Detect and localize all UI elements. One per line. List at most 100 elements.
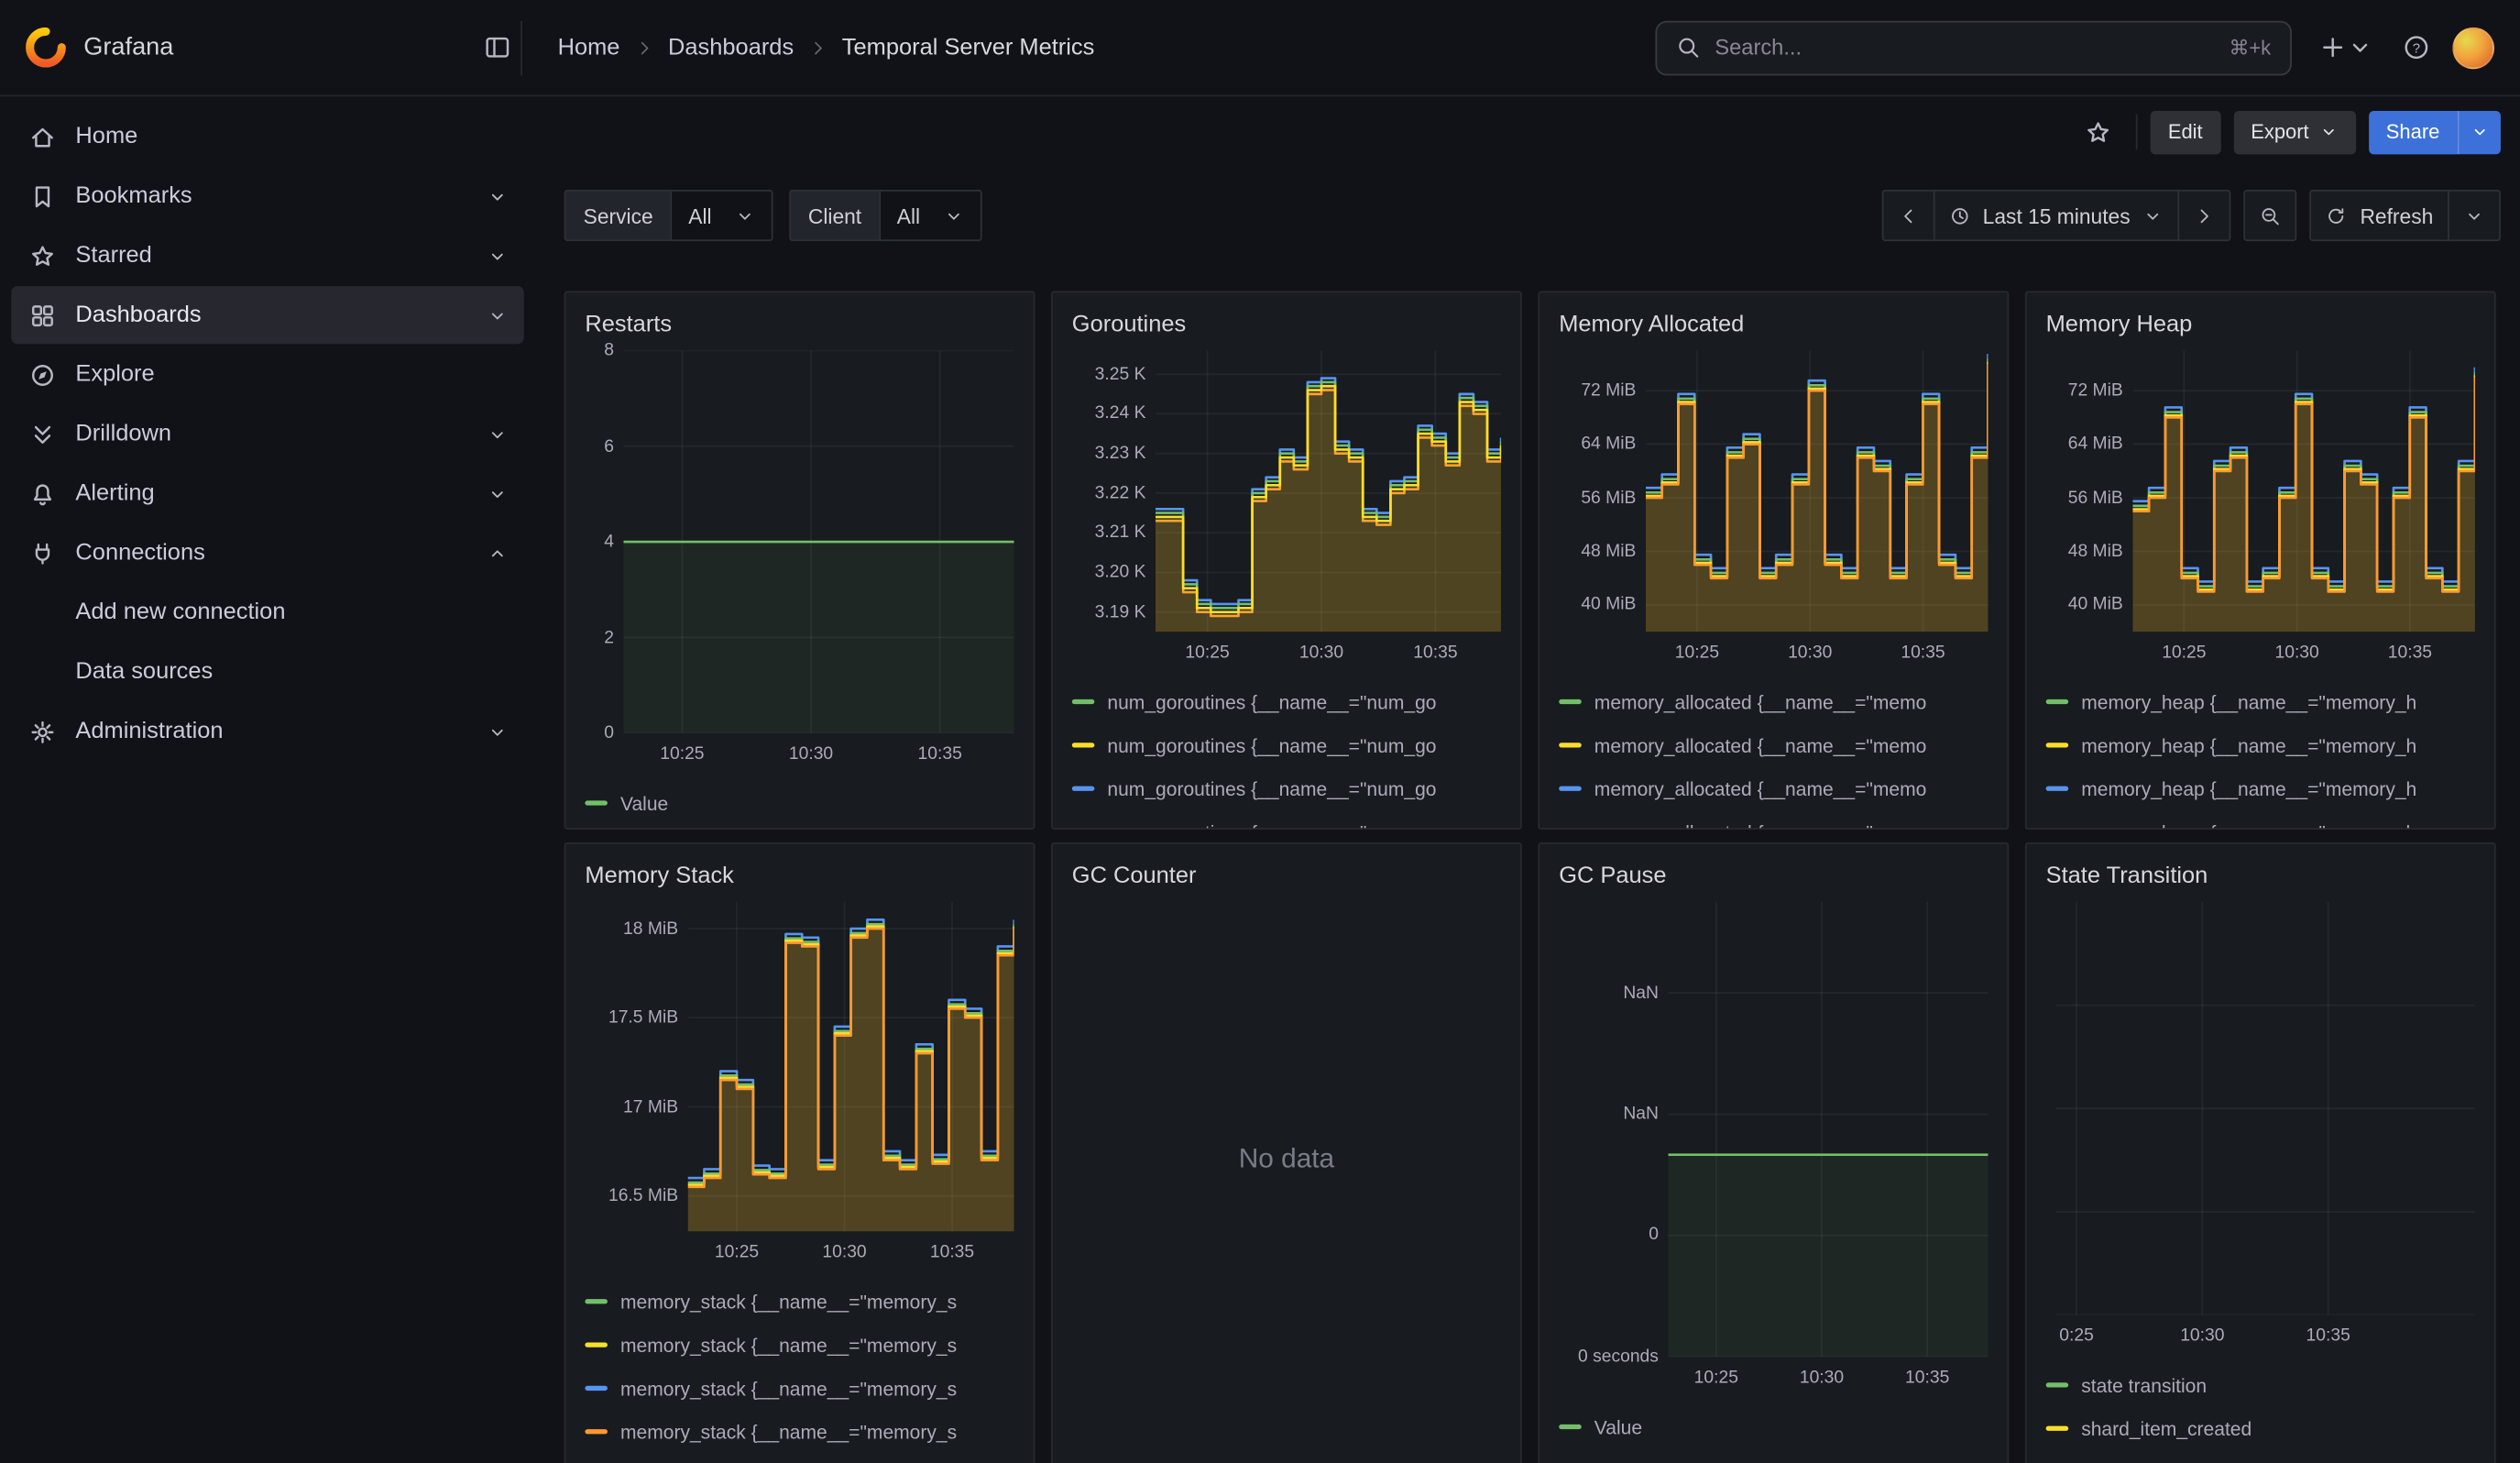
time-range-group: Last 15 minutes bbox=[1881, 190, 2231, 241]
export-button[interactable]: Export bbox=[2233, 110, 2356, 153]
time-series-chart[interactable]: 86420 10:2510:3010:35 bbox=[585, 350, 1013, 732]
time-series-chart[interactable]: 72 MiB64 MiB56 MiB48 MiB40 MiB 10:2510:3… bbox=[2046, 350, 2475, 632]
x-axis: 10:2510:3010:35 bbox=[1668, 1363, 1988, 1395]
x-axis-label: 10:35 bbox=[1413, 644, 1457, 663]
legend-label: memory_stack {__name__="memory_s bbox=[620, 1377, 957, 1400]
sidebar-item-connections[interactable]: Connections bbox=[11, 524, 523, 582]
dock-panel-icon bbox=[483, 34, 510, 61]
refresh-button[interactable]: Refresh bbox=[2310, 190, 2449, 241]
chevron-down-icon[interactable] bbox=[487, 245, 508, 266]
time-series-chart[interactable]: 18 MiB17.5 MiB17 MiB16.5 MiB 10:2510:301… bbox=[585, 902, 1013, 1232]
chevron-down-icon[interactable] bbox=[487, 304, 508, 325]
zoom-out-button[interactable] bbox=[2244, 190, 2297, 241]
sidebar-item-administration[interactable]: Administration bbox=[11, 702, 523, 760]
sidebar-item-label: Drilldown bbox=[75, 422, 467, 447]
client-filter-dropdown[interactable]: All bbox=[879, 190, 981, 241]
sidebar-item-drilldown[interactable]: Drilldown bbox=[11, 405, 523, 463]
legend-item[interactable]: memory_stack {__name__="memory_s bbox=[585, 1410, 1013, 1453]
refresh-interval-dropdown[interactable] bbox=[2448, 190, 2501, 241]
panel-title[interactable]: Restarts bbox=[585, 312, 1013, 337]
edit-button[interactable]: Edit bbox=[2151, 110, 2220, 153]
legend-item[interactable]: num_goroutines {__name__="num_go bbox=[1072, 680, 1501, 723]
legend-item[interactable]: memory_allocated {__name__="memo bbox=[1559, 680, 1988, 723]
legend-item[interactable]: memory_heap {__name__="memory_h bbox=[2046, 680, 2475, 723]
plot-area[interactable]: 10:2510:3010:35 bbox=[1646, 350, 1989, 632]
time-series-chart[interactable]: 72 MiB64 MiB56 MiB48 MiB40 MiB 10:2510:3… bbox=[1559, 350, 1988, 632]
sidebar-item-explore[interactable]: Explore bbox=[11, 346, 523, 403]
legend-item[interactable]: memory_stack {__name__="memory_s bbox=[585, 1280, 1013, 1323]
nav-sidebar: Home Bookmarks Starred Dashboards bbox=[0, 98, 535, 1463]
sidebar-item-data-sources[interactable]: Data sources bbox=[11, 644, 523, 701]
panel-title[interactable]: GC Pause bbox=[1559, 864, 1988, 889]
legend-item[interactable]: memory_heap {__name__="memory_h bbox=[2046, 767, 2475, 810]
legend-item[interactable]: memory_allocated {__name__="memo bbox=[1559, 810, 1988, 830]
chevron-down-icon[interactable] bbox=[487, 483, 508, 504]
plot-area[interactable]: 10:2510:3010:35 bbox=[1668, 902, 1988, 1357]
chevron-down-icon[interactable] bbox=[487, 721, 508, 742]
time-range-picker[interactable]: Last 15 minutes bbox=[1933, 190, 2180, 241]
sidebar-item-dashboards[interactable]: Dashboards bbox=[11, 286, 523, 344]
share-button[interactable]: Share bbox=[2369, 110, 2458, 153]
sidebar-item-home[interactable]: Home bbox=[11, 108, 523, 166]
search-input[interactable] bbox=[1715, 36, 2214, 60]
legend-item[interactable]: num_goroutines {__name__="num_go bbox=[1072, 767, 1501, 810]
panel-title[interactable]: Memory Allocated bbox=[1559, 312, 1988, 337]
dock-sidebar-button[interactable] bbox=[473, 23, 521, 72]
favorite-star-button[interactable] bbox=[2075, 108, 2123, 157]
new-dropdown-button[interactable] bbox=[2311, 23, 2382, 72]
panel-title[interactable]: Goroutines bbox=[1072, 312, 1501, 337]
plot-area[interactable]: 10:2510:3010:35 bbox=[688, 902, 1014, 1232]
legend-color-marker bbox=[1559, 699, 1582, 704]
grafana-logo[interactable] bbox=[26, 28, 66, 68]
panel-title[interactable]: Memory Heap bbox=[2046, 312, 2475, 337]
legend-item[interactable]: memory_allocated {__name__="memo bbox=[1559, 767, 1988, 810]
legend-label: memory_heap {__name__="memory_h bbox=[2081, 820, 2416, 830]
legend-item[interactable]: memory_heap {__name__="memory_h bbox=[2046, 810, 2475, 830]
user-profile-button[interactable] bbox=[2449, 23, 2498, 72]
legend-item[interactable]: memory_stack {__name__="memory_s bbox=[585, 1367, 1013, 1410]
time-shift-forward-button[interactable] bbox=[2178, 190, 2231, 241]
sidebar-item-alerting[interactable]: Alerting bbox=[11, 465, 523, 522]
plot-area[interactable]: 0:2510:3010:35 bbox=[2055, 902, 2475, 1315]
sidebar-item-starred[interactable]: Starred bbox=[11, 226, 523, 284]
sidebar-item-bookmarks[interactable]: Bookmarks bbox=[11, 167, 523, 225]
plot-area[interactable]: 10:2510:3010:35 bbox=[2132, 350, 2475, 632]
no-data-message: No data bbox=[1072, 902, 1501, 1416]
legend-item[interactable]: memory_stack {__name__="memory_s bbox=[585, 1323, 1013, 1366]
panel-title[interactable]: Memory Stack bbox=[585, 864, 1013, 889]
chevron-down-icon[interactable] bbox=[487, 424, 508, 445]
chevron-up-icon[interactable] bbox=[487, 543, 508, 564]
sidebar-item-add-new-connection[interactable]: Add new connection bbox=[11, 584, 523, 642]
legend-item[interactable]: memory_allocated {__name__="memo bbox=[1559, 723, 1988, 766]
y-axis: 72 MiB64 MiB56 MiB48 MiB40 MiB bbox=[2046, 350, 2123, 632]
x-axis-label: 10:35 bbox=[1901, 644, 1945, 663]
y-axis: 72 MiB64 MiB56 MiB48 MiB40 MiB bbox=[1559, 350, 1636, 632]
legend-item[interactable]: num_goroutines {__name__="num_go bbox=[1072, 810, 1501, 830]
time-shift-back-button[interactable] bbox=[1881, 190, 1934, 241]
panel-title[interactable]: GC Counter bbox=[1072, 864, 1501, 889]
service-filter-dropdown[interactable]: All bbox=[671, 190, 772, 241]
time-series-chart[interactable]: NaNNaN00 seconds 10:2510:3010:35 bbox=[1559, 902, 1988, 1357]
drilldown-icon bbox=[27, 421, 57, 448]
plot-area[interactable]: 10:2510:3010:35 bbox=[623, 350, 1013, 732]
legend-item[interactable]: Value bbox=[1559, 1405, 1988, 1448]
sidebar-item-label: Add new connection bbox=[75, 600, 508, 625]
y-axis-label: 56 MiB bbox=[1581, 489, 1636, 508]
legend-item[interactable]: shard_item_created bbox=[2046, 1407, 2475, 1450]
share-dropdown-button[interactable] bbox=[2458, 110, 2501, 153]
legend-item[interactable]: memory_heap {__name__="memory_h bbox=[2046, 723, 2475, 766]
legend-color-marker bbox=[2046, 786, 2069, 791]
search-box[interactable]: ⌘+k bbox=[1655, 20, 2292, 75]
y-axis-label: 72 MiB bbox=[1581, 381, 1636, 401]
legend-item[interactable]: Value bbox=[585, 781, 1013, 824]
legend-item[interactable]: num_goroutines {__name__="num_go bbox=[1072, 723, 1501, 766]
time-series-chart[interactable]: 0:2510:3010:35 bbox=[2046, 902, 2475, 1315]
plot-area[interactable]: 10:2510:3010:35 bbox=[1156, 350, 1501, 632]
breadcrumb-home[interactable]: Home bbox=[558, 35, 620, 60]
chevron-down-icon[interactable] bbox=[487, 186, 508, 207]
breadcrumb-dashboards[interactable]: Dashboards bbox=[668, 35, 794, 60]
help-button[interactable]: ? bbox=[2392, 23, 2440, 72]
panel-title[interactable]: State Transition bbox=[2046, 864, 2475, 889]
legend-item[interactable]: state transition bbox=[2046, 1363, 2475, 1406]
time-series-chart[interactable]: 3.25 K3.24 K3.23 K3.22 K3.21 K3.20 K3.19… bbox=[1072, 350, 1501, 632]
